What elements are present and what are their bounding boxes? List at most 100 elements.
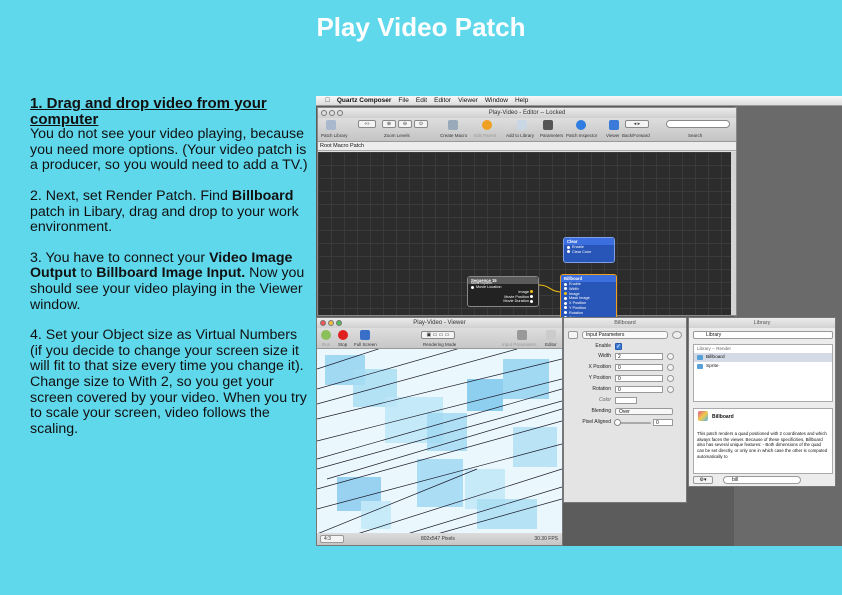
editor-title: Play-Video - Editor -- Locked xyxy=(488,110,566,116)
viewer-window: Play-Video - Viewer Run Stop Full Screen… xyxy=(316,317,563,546)
enable-row: Enable ✓ xyxy=(564,342,688,351)
apple-menu-icon[interactable]:  xyxy=(325,96,330,105)
screenshot:  Quartz Composer File Edit Editor Viewe… xyxy=(316,96,842,546)
y-position-field[interactable]: 0 xyxy=(615,375,663,382)
close-button[interactable] xyxy=(321,110,327,116)
input-parameters-icon[interactable] xyxy=(517,330,527,340)
width-publish-icon[interactable] xyxy=(667,353,674,360)
editor-window: Play-Video - Editor -- Locked Patch Libr… xyxy=(317,107,737,336)
patch-canvas[interactable]: Clear Enable Clear Color Sequence 15 Mov… xyxy=(318,152,736,336)
inspector-mode-select[interactable]: Input Parameters xyxy=(582,331,668,339)
pixel-size: 802x547 Pixels xyxy=(421,536,455,542)
app-menu[interactable]: Quartz Composer xyxy=(337,96,392,105)
minimize-button[interactable] xyxy=(329,110,335,116)
aspect-ratio-select[interactable]: 4:3 xyxy=(320,535,344,543)
menu-window[interactable]: Window xyxy=(485,96,508,105)
editor-scrollbar[interactable] xyxy=(731,152,736,315)
step-1: 1. Drag and drop video from your compute… xyxy=(30,96,310,174)
viewer-titlebar: Play-Video - Viewer xyxy=(317,318,562,328)
step-3-text-c: to xyxy=(76,265,97,282)
back-forward-label: Back/Forward xyxy=(622,133,650,138)
editor-label: Editor xyxy=(545,342,557,347)
editor-icon[interactable] xyxy=(546,330,556,340)
inspector-gear-icon[interactable] xyxy=(672,331,682,339)
zoom-button[interactable] xyxy=(336,320,342,326)
instructions: 1. Drag and drop video from your compute… xyxy=(30,96,310,452)
stop-icon[interactable] xyxy=(338,330,348,340)
menu-help[interactable]: Help xyxy=(515,96,528,105)
library-titlebar: Library xyxy=(689,318,835,328)
fullscreen-icon[interactable] xyxy=(360,330,370,340)
rotation-publish-icon[interactable] xyxy=(667,386,674,393)
slide-title: Play Video Patch xyxy=(316,12,526,42)
library-description: Billboard This patch renders a quad posi… xyxy=(693,408,833,474)
zoom-out-button[interactable]: ⊖ xyxy=(398,120,412,128)
menu-file[interactable]: File xyxy=(398,96,408,105)
step-2-text-a: 2. Next, set Render Patch. Find xyxy=(30,187,232,204)
pixel-aligned-label: Pixel Aligned xyxy=(582,419,611,425)
x-position-publish-icon[interactable] xyxy=(667,364,674,371)
run-icon[interactable] xyxy=(321,330,331,340)
billboard-inspector: Billboard Input Parameters Enable ✓ Widt… xyxy=(563,317,687,503)
width-field[interactable]: 2 xyxy=(615,353,663,360)
color-label: Color xyxy=(599,397,611,403)
parameters-icon[interactable] xyxy=(543,120,553,130)
library-source-select[interactable]: Library xyxy=(693,331,833,339)
patch-library-icon[interactable] xyxy=(326,120,336,130)
patch-inspector-label: Patch Inspector xyxy=(566,133,598,138)
edit-parent-icon[interactable] xyxy=(482,120,492,130)
viewer-icon[interactable] xyxy=(609,120,619,130)
description-title: Billboard xyxy=(698,411,829,421)
rotation-label: Rotation xyxy=(592,386,611,392)
zoom-in-button[interactable]: ⊕ xyxy=(382,120,396,128)
library-search-input[interactable]: bill xyxy=(723,476,801,484)
editor-toolbar: Patch Library ‹‹› ⊕ ⊖ ⊙ Zoom Levels Crea… xyxy=(318,118,736,142)
enable-checkbox[interactable]: ✓ xyxy=(615,343,622,350)
back-forward-button[interactable]: ◂ ▸ xyxy=(625,120,649,128)
gear-icon[interactable]: ⚙▾ xyxy=(693,476,713,484)
rendering-mode-label: Rendering Mode xyxy=(423,342,457,347)
add-to-library-label: Add to Library xyxy=(506,133,535,138)
add-to-library-icon[interactable] xyxy=(517,120,527,130)
y-position-publish-icon[interactable] xyxy=(667,375,674,382)
color-well[interactable] xyxy=(615,397,637,404)
fullscreen-label: Full Screen xyxy=(354,342,377,347)
description-text: This patch renders a quad positioned wit… xyxy=(697,430,828,459)
navigate-button[interactable]: ‹‹› xyxy=(358,120,376,128)
search-input[interactable] xyxy=(666,120,730,128)
enable-label: Enable xyxy=(595,343,611,349)
viewer-toolbar: Run Stop Full Screen ▣ ▭ ▭ ▭ Rendering M… xyxy=(317,328,562,349)
library-item-sprite[interactable]: Sprite xyxy=(694,362,832,371)
rotation-field[interactable]: 0 xyxy=(615,386,663,393)
pixel-aligned-slider-knob[interactable] xyxy=(614,419,621,426)
zoom-fit-button[interactable]: ⊙ xyxy=(414,120,428,128)
menu-viewer[interactable]: Viewer xyxy=(458,96,478,105)
connection-cable xyxy=(538,284,563,293)
zoom-button[interactable] xyxy=(337,110,343,116)
pixel-aligned-field[interactable]: 0 xyxy=(653,419,673,426)
close-button[interactable] xyxy=(320,320,326,326)
patch-inspector-icon[interactable] xyxy=(576,120,586,130)
zoom-levels-label: Zoom Levels xyxy=(384,133,410,138)
create-macro-icon[interactable] xyxy=(448,120,458,130)
viewer-title: Play-Video - Viewer xyxy=(413,320,466,326)
patch-icon xyxy=(697,364,703,369)
library-window: Library Library Library -- Render Billbo… xyxy=(688,317,836,487)
menu-editor[interactable]: Editor xyxy=(434,96,451,105)
blending-select[interactable]: Over xyxy=(615,408,673,415)
minimize-button[interactable] xyxy=(328,320,334,326)
step-3-billboard-input: Billboard Image Input. xyxy=(96,265,246,282)
inspector-back-button[interactable] xyxy=(568,331,578,339)
step-4: 4. Set your Object size as Virtual Numbe… xyxy=(30,327,307,437)
breadcrumb[interactable]: Root Macro Patch xyxy=(318,142,736,151)
patch-library-label: Patch Library xyxy=(321,133,348,138)
rotation-row: Rotation 0 xyxy=(564,385,688,394)
library-item-billboard[interactable]: Billboard xyxy=(694,353,832,362)
menu-edit[interactable]: Edit xyxy=(416,96,427,105)
editor-titlebar: Play-Video - Editor -- Locked xyxy=(318,108,736,118)
blending-row: Blending Over xyxy=(564,407,688,416)
parameters-label: Parameters xyxy=(540,133,564,138)
x-position-field[interactable]: 0 xyxy=(615,364,663,371)
rendering-mode-control[interactable]: ▣ ▭ ▭ ▭ xyxy=(421,331,455,339)
library-list: Library -- Render Billboard Sprite xyxy=(693,344,833,402)
